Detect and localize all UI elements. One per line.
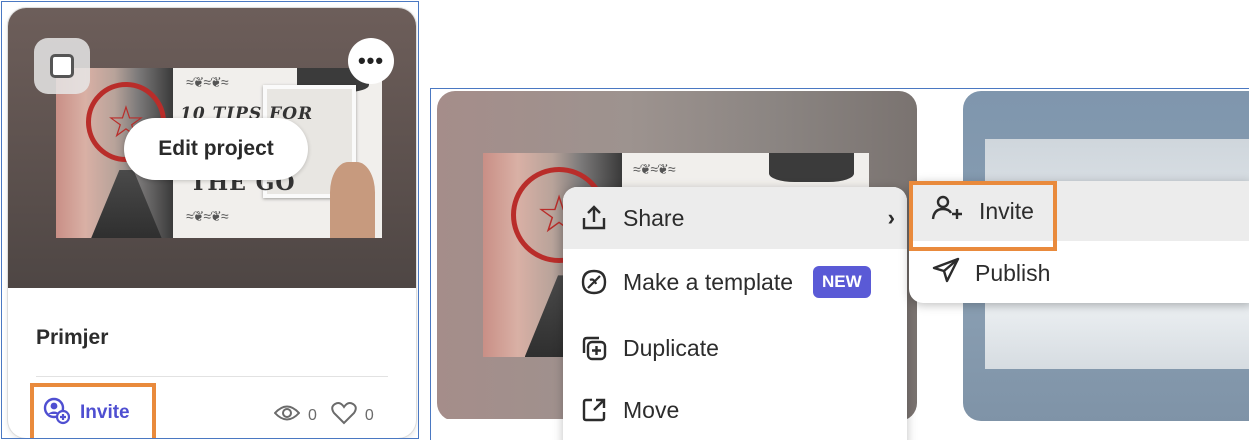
views-count: 0 — [308, 406, 317, 424]
checkbox-box[interactable] — [50, 54, 74, 78]
menu-item-share[interactable]: Share › — [563, 187, 907, 249]
menu-item-make-template[interactable]: Make a template NEW — [563, 251, 907, 313]
project-card[interactable]: ☆ ≈❦≈❦≈ 10 TIPS FOR THE GO ≈❦≈❦≈ ••• Edi… — [8, 8, 416, 438]
laurel-top: ≈❦≈❦≈ — [186, 74, 229, 90]
edit-project-button[interactable]: Edit project — [124, 118, 308, 180]
edit-project-label: Edit project — [158, 137, 274, 160]
laurel-bottom: ≈❦≈❦≈ — [186, 208, 229, 224]
menu-duplicate-label: Duplicate — [623, 334, 719, 361]
invite-button[interactable]: Invite — [30, 383, 156, 438]
submenu-publish-label: Publish — [975, 259, 1051, 286]
move-icon — [579, 395, 609, 425]
invite-user-icon — [42, 397, 71, 430]
template-icon — [579, 267, 609, 297]
camera-graphic — [768, 153, 854, 182]
left-screenshot-panel: ☆ ≈❦≈❦≈ 10 TIPS FOR THE GO ≈❦≈❦≈ ••• Edi… — [1, 1, 419, 439]
right-screenshot-panel: ☆ ≈❦≈❦≈ Share › Make a template NEW Dupl… — [430, 88, 1249, 440]
menu-share-label: Share — [623, 204, 685, 231]
likes-count: 0 — [364, 406, 374, 424]
menu-item-move[interactable]: Move — [563, 379, 907, 440]
paper-plane-icon — [931, 256, 961, 290]
duplicate-icon — [579, 333, 609, 363]
new-badge: NEW — [813, 266, 871, 298]
menu-template-label: Make a template — [623, 268, 794, 295]
card-divider — [36, 376, 388, 377]
card-stats: 0 0 — [273, 401, 374, 430]
menu-move-label: Move — [623, 396, 680, 423]
invite-highlight-box — [909, 181, 1057, 251]
menu-item-duplicate[interactable]: Duplicate — [563, 317, 907, 379]
project-context-menu: Share › Make a template NEW Duplicate Mo… — [563, 187, 907, 440]
chevron-right-icon: › — [887, 205, 895, 230]
hand-graphic — [329, 161, 376, 238]
submenu-item-publish[interactable]: Publish — [909, 243, 1249, 303]
share-icon — [579, 203, 609, 233]
heart-icon[interactable] — [331, 401, 357, 430]
eye-icon — [273, 404, 301, 427]
more-icon: ••• — [357, 48, 385, 73]
laurel-top: ≈❦≈❦≈ — [633, 161, 676, 177]
select-checkbox[interactable] — [34, 38, 90, 94]
project-thumbnail[interactable]: ☆ ≈❦≈❦≈ 10 TIPS FOR THE GO ≈❦≈❦≈ ••• Edi… — [8, 8, 416, 288]
project-title: Primjer — [36, 326, 109, 349]
more-options-button[interactable]: ••• — [348, 38, 394, 84]
invite-label: Invite — [80, 402, 130, 423]
